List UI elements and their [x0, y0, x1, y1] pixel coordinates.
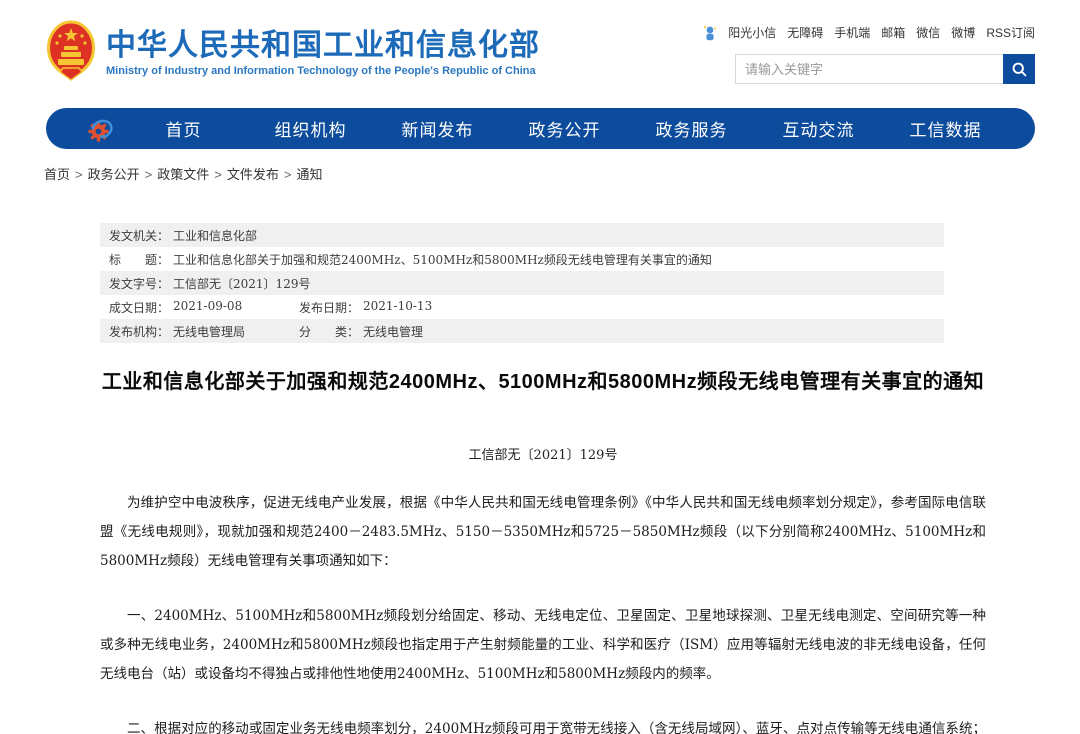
search-icon [1011, 61, 1028, 78]
meta-label: 标 题： [109, 251, 169, 268]
nav-item-interaction[interactable]: 互动交流 [755, 116, 882, 141]
meta-cell: 发布机构： 无线电管理局 [109, 323, 299, 340]
content: 发文机关： 工业和信息化部 标 题： 工业和信息化部关于加强和规范2400MHz… [100, 223, 986, 734]
meta-row-issuing-agency: 发文机关： 工业和信息化部 [100, 223, 944, 247]
meta-row-doc-number: 发文字号： 工信部无〔2021〕129号 [100, 271, 944, 295]
breadcrumb: 首页 > 政务公开 > 政策文件 > 文件发布 > 通知 [44, 164, 1080, 183]
crumb-gov-disclosure[interactable]: 政务公开 [88, 167, 140, 182]
nav-item-home[interactable]: 首页 [120, 116, 247, 141]
meta-cell: 成文日期： 2021-09-08 [109, 299, 299, 316]
breadcrumb-separator: > [214, 167, 222, 182]
nav-item-news[interactable]: 新闻发布 [374, 116, 501, 141]
site-title: 中华人民共和国工业和信息化部 [106, 29, 540, 64]
meta-value: 无线电管理局 [173, 323, 245, 340]
meta-cell: 发布日期： 2021-10-13 [299, 299, 432, 316]
meta-row-dates: 成文日期： 2021-09-08 发布日期： 2021-10-13 [100, 295, 944, 319]
header-right: 阳光小信 无障碍 手机端 邮箱 微信 微博 RSS订阅 [735, 20, 1035, 84]
meta-cell: 分 类： 无线电管理 [299, 323, 423, 340]
meta-row-publisher-category: 发布机构： 无线电管理局 分 类： 无线电管理 [100, 319, 944, 343]
site-subtitle: Ministry of Industry and Information Tec… [106, 65, 540, 77]
crumb-home[interactable]: 首页 [44, 167, 70, 182]
top-links: 阳光小信 无障碍 手机端 邮箱 微信 微博 RSS订阅 [735, 24, 1035, 41]
meta-label: 分 类： [299, 323, 359, 340]
meta-cell: 标 题： 工业和信息化部关于加强和规范2400MHz、5100MHz和5800M… [109, 251, 712, 268]
crumb-policy-documents[interactable]: 政策文件 [157, 167, 209, 182]
meta-value: 工信部无〔2021〕129号 [173, 275, 310, 292]
meta-value: 2021-10-13 [363, 299, 432, 316]
article-paragraph: 为维护空中电波秩序，促进无线电产业发展，根据《中华人民共和国无线电管理条例》《中… [100, 489, 986, 576]
breadcrumb-separator: > [75, 167, 83, 182]
national-emblem-icon [46, 20, 96, 84]
search-input[interactable] [735, 54, 1003, 84]
top-link-sunshine-xiaoxin[interactable]: 阳光小信 [728, 24, 776, 41]
nav-item-gov-services[interactable]: 政务服务 [628, 116, 755, 141]
search-bar [735, 54, 1035, 84]
meta-label: 发文机关： [109, 227, 169, 244]
top-link-weibo[interactable]: 微博 [951, 24, 975, 41]
nav-item-miit-data[interactable]: 工信数据 [882, 116, 1009, 141]
brand-text: 中华人民共和国工业和信息化部 Ministry of Industry and … [106, 27, 540, 78]
top-link-wechat[interactable]: 微信 [916, 24, 940, 41]
breadcrumb-separator: > [284, 167, 292, 182]
top-link-mail[interactable]: 邮箱 [881, 24, 905, 41]
article-title: 工业和信息化部关于加强和规范2400MHz、5100MHz和5800MHz频段无… [100, 365, 986, 394]
crumb-notice[interactable]: 通知 [296, 167, 322, 182]
meta-cell: 发文机关： 工业和信息化部 [109, 227, 257, 244]
meta-value: 工业和信息化部 [173, 227, 257, 244]
mascot-icon [703, 25, 717, 41]
meta-value: 无线电管理 [363, 323, 423, 340]
breadcrumb-separator: > [145, 167, 153, 182]
miit-logo-icon [86, 114, 116, 144]
brand[interactable]: 中华人民共和国工业和信息化部 Ministry of Industry and … [46, 20, 540, 84]
document-meta-table: 发文机关： 工业和信息化部 标 题： 工业和信息化部关于加强和规范2400MHz… [100, 223, 944, 343]
meta-label: 发文字号： [109, 275, 169, 292]
meta-cell: 发文字号： 工信部无〔2021〕129号 [109, 275, 310, 292]
meta-value: 2021-09-08 [173, 299, 242, 316]
meta-value: 工业和信息化部关于加强和规范2400MHz、5100MHz和5800MHz频段无… [173, 251, 712, 268]
nav-item-organization[interactable]: 组织机构 [247, 116, 374, 141]
article-paragraph: 二、根据对应的移动或固定业务无线电频率划分，2400MHz频段可用于宽带无线接入… [100, 715, 986, 734]
meta-row-title: 标 题： 工业和信息化部关于加强和规范2400MHz、5100MHz和5800M… [100, 247, 944, 271]
article-body: 为维护空中电波秩序，促进无线电产业发展，根据《中华人民共和国无线电管理条例》《中… [100, 489, 986, 734]
top-link-mobile[interactable]: 手机端 [834, 24, 870, 41]
nav-item-gov-disclosure[interactable]: 政务公开 [501, 116, 628, 141]
top-link-rss[interactable]: RSS订阅 [986, 24, 1035, 41]
top-link-accessibility[interactable]: 无障碍 [787, 24, 823, 41]
meta-label: 成文日期： [109, 299, 169, 316]
article-doc-number: 工信部无〔2021〕129号 [100, 444, 986, 463]
main-nav: 首页 组织机构 新闻发布 政务公开 政务服务 互动交流 工信数据 [46, 108, 1035, 149]
search-button[interactable] [1003, 54, 1035, 84]
meta-label: 发布机构： [109, 323, 169, 340]
article-paragraph: 一、2400MHz、5100MHz和5800MHz频段划分给固定、移动、无线电定… [100, 602, 986, 689]
site-header: 中华人民共和国工业和信息化部 Ministry of Industry and … [0, 0, 1080, 106]
crumb-document-release[interactable]: 文件发布 [227, 167, 279, 182]
meta-label: 发布日期： [299, 299, 359, 316]
